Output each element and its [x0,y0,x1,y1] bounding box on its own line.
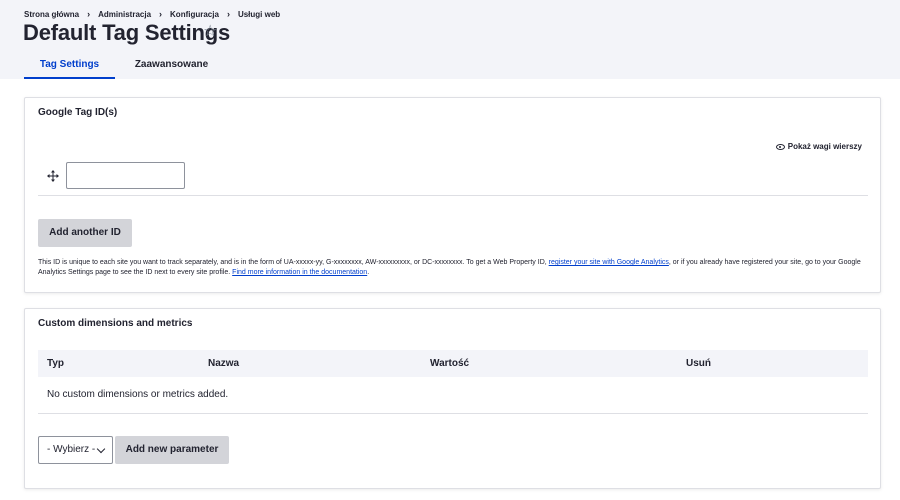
star-icon[interactable]: ☆ [203,23,217,41]
table-header: Typ Nazwa Wartość Usuń [38,350,868,377]
tag-ids-card: Google Tag ID(s) Pokaż wagi wierszy Add … [24,97,881,293]
drag-handle-icon[interactable] [47,170,59,182]
chevron-right-icon: › [226,9,230,19]
page-header: Strona główna › Administracja › Konfigur… [0,0,900,79]
add-new-parameter-button[interactable]: Add new parameter [115,436,229,464]
chevron-right-icon: › [159,9,163,19]
breadcrumb-item-home[interactable]: Strona główna [24,10,79,19]
register-site-link[interactable]: register your site with Google Analytics [549,259,669,266]
tag-id-description: This ID is unique to each site you want … [38,258,870,278]
breadcrumb-item-konfiguracja[interactable]: Konfiguracja [170,10,219,19]
show-row-weights-button[interactable]: Pokaż wagi wierszy [775,142,862,151]
description-end: . [367,269,370,276]
tab-bar: Tag Settings Zaawansowane [24,53,224,79]
page-title: Default Tag Settings [23,20,231,45]
breadcrumb: Strona główna › Administracja › Konfigur… [24,9,280,19]
divider [38,413,868,414]
documentation-link[interactable]: Find more information in the documentati… [232,269,367,276]
main-content: Google Tag ID(s) Pokaż wagi wierszy Add … [0,79,900,500]
eye-icon [775,143,785,150]
tab-tag-settings[interactable]: Tag Settings [24,53,115,79]
add-another-id-button[interactable]: Add another ID [38,219,132,247]
google-tag-id-input[interactable] [66,162,185,189]
select-value: - Wybierz - [47,444,96,455]
chevron-right-icon: › [87,9,91,19]
chevron-down-icon [96,444,106,454]
custom-dimensions-card: Custom dimensions and metrics Typ Nazwa … [24,308,881,489]
column-header-typ: Typ [47,358,65,369]
parameter-type-select[interactable]: - Wybierz - [38,436,113,464]
column-header-usun: Usuń [686,358,711,369]
description-text: This ID is unique to each site you want … [38,259,549,266]
show-row-weights-label: Pokaż wagi wierszy [787,142,862,151]
custom-dimensions-title: Custom dimensions and metrics [38,318,193,329]
breadcrumb-item-uslugi-web[interactable]: Usługi web [238,10,280,19]
column-header-nazwa: Nazwa [208,358,240,369]
empty-table-message: No custom dimensions or metrics added. [47,389,229,400]
column-header-wartosc: Wartość [430,358,470,369]
breadcrumb-item-administracja[interactable]: Administracja [98,10,151,19]
tag-ids-title: Google Tag ID(s) [38,107,118,118]
divider [38,195,868,196]
tab-zaawansowane[interactable]: Zaawansowane [119,53,224,79]
